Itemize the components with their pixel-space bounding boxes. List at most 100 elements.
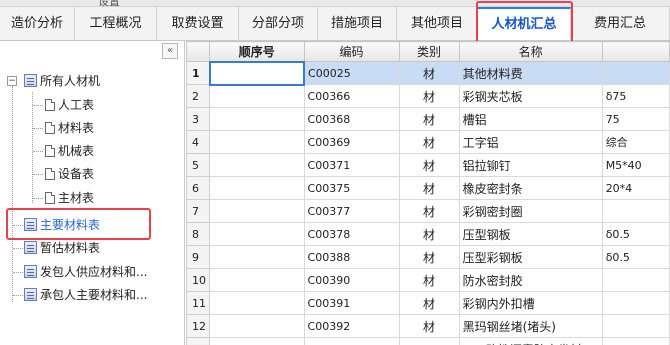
name-cell[interactable]: 压型彩钢板 <box>458 245 603 269</box>
sequence-cell[interactable] <box>209 107 305 131</box>
code-cell[interactable]: C00395 <box>303 337 400 345</box>
table-row[interactable]: 6 C00375 材橡皮密封条 20*4 <box>186 176 670 200</box>
code-cell[interactable]: C00369 <box>303 130 400 154</box>
name-cell[interactable]: 黑玛钢丝堵(堵头) <box>458 314 603 338</box>
table-row[interactable]: 3 C00368 材槽铝 75 <box>186 107 670 131</box>
row-number-cell[interactable]: 5 <box>186 153 210 177</box>
name-cell[interactable]: 彩钢内外扣槽 <box>458 291 603 315</box>
name-cell[interactable]: 彩钢夹芯板 <box>458 84 603 108</box>
tree-item-materials[interactable]: 材料表 <box>45 117 94 139</box>
spec-cell[interactable]: δ0.5 <box>601 222 670 246</box>
sequence-cell[interactable] <box>209 153 305 177</box>
row-number-cell[interactable] <box>186 337 210 345</box>
sequence-cell[interactable] <box>209 84 305 108</box>
spec-cell[interactable] <box>601 314 670 338</box>
category-cell[interactable]: 材 <box>398 268 460 292</box>
tree-item-all-materials[interactable]: 所有人材机 <box>24 70 100 92</box>
tree-item-labor[interactable]: 人工表 <box>45 94 94 116</box>
category-cell[interactable]: 材 <box>398 61 460 85</box>
spec-cell[interactable]: M5*40 <box>601 153 670 177</box>
table-row[interactable]: 9 C00388 材压型彩钢板 δ0.5 <box>186 245 670 269</box>
column-header-sequence[interactable]: 顺序号 <box>209 41 305 62</box>
category-cell[interactable]: 材 <box>398 84 460 108</box>
tab-cost-analysis[interactable]: 造价分析 <box>0 7 75 40</box>
name-cell[interactable]: 铝拉铆钉 <box>458 153 603 177</box>
name-cell[interactable]: 橡皮密封条 <box>458 176 603 200</box>
tree-item-main-materials[interactable]: 主材表 <box>45 187 94 209</box>
tab-measure-items[interactable]: 措施项目 <box>318 7 397 40</box>
name-cell[interactable]: 其他材料费 <box>458 61 603 85</box>
sequence-cell[interactable] <box>209 337 305 345</box>
table-row[interactable]: 1 C00025 材其他材料费 <box>186 60 670 86</box>
name-cell[interactable]: 压型钢板 <box>458 222 603 246</box>
code-cell[interactable]: C00392 <box>303 314 400 338</box>
tree-item-equipment[interactable]: 设备表 <box>45 163 94 185</box>
row-number-cell[interactable]: 6 <box>186 176 210 200</box>
category-cell[interactable]: 材 <box>398 199 460 223</box>
tree-collapse-toggle[interactable]: − <box>7 76 17 86</box>
row-number-cell[interactable]: 7 <box>186 199 210 223</box>
table-row[interactable]: C00395 SBS改性沥青防水卷材 <box>186 337 670 345</box>
spec-cell[interactable]: 75 <box>601 107 670 131</box>
collapse-panel-button[interactable]: « <box>162 43 178 59</box>
code-cell[interactable]: C00377 <box>303 199 400 223</box>
table-row[interactable]: 12 C00392 材黑玛钢丝堵(堵头) <box>186 314 670 338</box>
code-cell[interactable]: C00025 <box>303 61 400 85</box>
name-cell[interactable]: 防水密封胶 <box>458 268 603 292</box>
sequence-cell[interactable] <box>209 314 305 338</box>
tab-fee-settings[interactable]: 取费设置 <box>157 7 239 40</box>
code-cell[interactable]: C00371 <box>303 153 400 177</box>
tab-sub-items[interactable]: 分部分项 <box>239 7 318 40</box>
tab-project-overview[interactable]: 工程概况 <box>75 7 157 40</box>
row-number-cell[interactable]: 8 <box>186 222 210 246</box>
category-cell[interactable]: 材 <box>398 153 460 177</box>
column-header-row-number[interactable] <box>186 41 210 62</box>
row-number-cell[interactable]: 2 <box>186 84 210 108</box>
sequence-cell[interactable] <box>209 268 305 292</box>
sequence-cell[interactable] <box>209 291 305 315</box>
code-cell[interactable]: C00388 <box>303 245 400 269</box>
row-number-cell[interactable]: 11 <box>186 291 210 315</box>
row-number-cell[interactable]: 12 <box>186 314 210 338</box>
category-cell[interactable]: 材 <box>398 245 460 269</box>
category-cell[interactable] <box>398 337 460 345</box>
spec-cell[interactable] <box>601 268 670 292</box>
spec-cell[interactable]: δ75 <box>601 84 670 108</box>
row-number-cell[interactable]: 1 <box>186 61 210 85</box>
table-row[interactable]: 2 C00366 材彩钢夹芯板 δ75 <box>186 84 670 108</box>
category-cell[interactable]: 材 <box>398 314 460 338</box>
row-number-cell[interactable]: 10 <box>186 268 210 292</box>
code-cell[interactable]: C00375 <box>303 176 400 200</box>
table-row[interactable]: 7 C00377 材彩钢密封圈 <box>186 199 670 223</box>
tree-item-contractor-main[interactable]: 承包人主要材料和... <box>24 284 147 306</box>
sequence-cell[interactable] <box>208 60 306 86</box>
tree-item-owner-supplied[interactable]: 发包人供应材料和... <box>24 261 147 283</box>
column-header-name[interactable]: 名称 <box>458 41 603 62</box>
code-cell[interactable]: C00368 <box>303 107 400 131</box>
column-header-category[interactable]: 类别 <box>398 41 460 62</box>
spec-cell[interactable]: 综合 <box>601 130 670 154</box>
spec-cell[interactable] <box>601 337 670 345</box>
spec-cell[interactable]: 20*4 <box>601 176 670 200</box>
sequence-cell[interactable] <box>209 176 305 200</box>
name-cell[interactable]: 工字铝 <box>458 130 603 154</box>
table-row[interactable]: 8 C00378 材压型钢板 δ0.5 <box>186 222 670 246</box>
name-cell[interactable]: 彩钢密封圈 <box>458 199 603 223</box>
category-cell[interactable]: 材 <box>398 107 460 131</box>
spec-cell[interactable] <box>601 291 670 315</box>
code-cell[interactable]: C00378 <box>303 222 400 246</box>
sequence-cell[interactable] <box>209 199 305 223</box>
table-row[interactable]: 11 C00391 材彩钢内外扣槽 <box>186 291 670 315</box>
row-number-cell[interactable]: 3 <box>186 107 210 131</box>
column-header-code[interactable]: 编码 <box>303 41 400 62</box>
code-cell[interactable]: C00390 <box>303 268 400 292</box>
sequence-cell[interactable] <box>209 130 305 154</box>
spec-cell[interactable]: δ0.5 <box>601 245 670 269</box>
code-cell[interactable]: C00391 <box>303 291 400 315</box>
category-cell[interactable]: 材 <box>398 291 460 315</box>
spec-cell[interactable] <box>601 199 670 223</box>
row-number-cell[interactable]: 9 <box>186 245 210 269</box>
name-cell[interactable]: 槽铝 <box>458 107 603 131</box>
tab-other-items[interactable]: 其他项目 <box>397 7 478 40</box>
category-cell[interactable]: 材 <box>398 130 460 154</box>
